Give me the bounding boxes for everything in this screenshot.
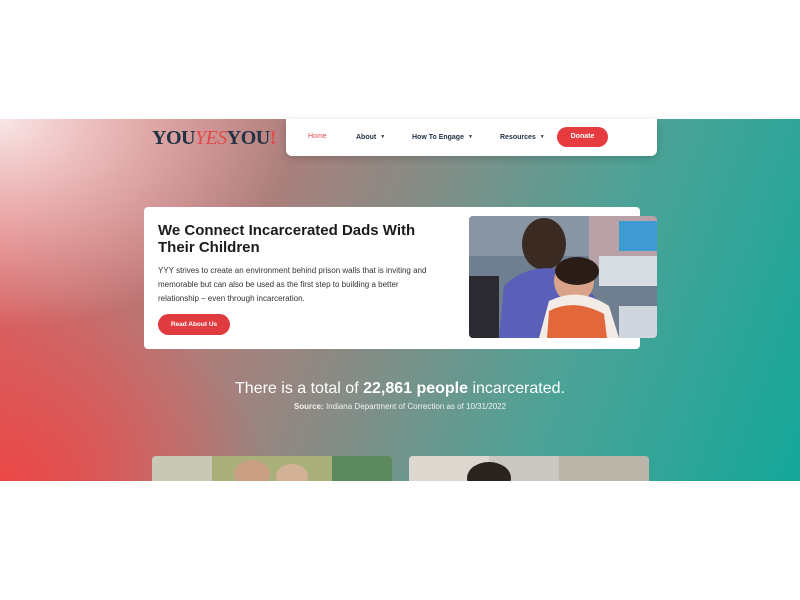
hero-title: We Connect Incarcerated Dads With Their … <box>158 222 416 256</box>
donate-button[interactable]: Donate <box>557 127 608 147</box>
chevron-down-icon: ▼ <box>380 134 386 140</box>
logo-yes: YES <box>194 127 227 149</box>
nav-how-to-engage[interactable]: How To Engage ▼ <box>412 132 473 143</box>
source-label: Source: <box>293 402 324 411</box>
program-photo-2[interactable] <box>409 456 649 481</box>
nav-engage-label: How To Engage <box>412 134 464 141</box>
nav-home-label: Home <box>308 133 327 140</box>
hero-description: YYY strives to create an environment beh… <box>158 266 427 303</box>
logo-you-right: YOU <box>226 127 270 149</box>
incarceration-stat: There is a total of 22,861 people incarc… <box>0 379 800 399</box>
logo-you-left: YOU <box>152 127 195 149</box>
nav-home[interactable]: Home <box>308 132 327 142</box>
nav-resources-label: Resources <box>500 134 536 141</box>
nav-about[interactable]: About ▼ <box>356 132 385 143</box>
source-text: Indiana Department of Correction as of 1… <box>323 402 507 411</box>
main-navigation: Home About ▼ How To Engage ▼ Resources ▼ Do… <box>286 119 657 156</box>
stat-source: Source: Indiana Department of Correction… <box>0 402 800 412</box>
nav-about-label: About <box>356 134 377 141</box>
logo-exclamation: ! <box>269 127 277 149</box>
read-about-us-button[interactable]: Read About Us <box>158 314 230 335</box>
chevron-down-icon: ▼ <box>467 134 473 140</box>
stat-number: 22,861 people <box>363 380 469 397</box>
father-child-photo <box>469 216 657 338</box>
chevron-down-icon: ▼ <box>539 134 545 140</box>
site-logo[interactable]: YOUYESYOU! <box>152 127 276 149</box>
stat-prefix: There is a total of <box>235 380 364 397</box>
stat-suffix: incarcerated. <box>468 380 565 397</box>
nav-resources[interactable]: Resources ▼ <box>500 132 545 143</box>
program-photo-1[interactable] <box>152 456 392 481</box>
